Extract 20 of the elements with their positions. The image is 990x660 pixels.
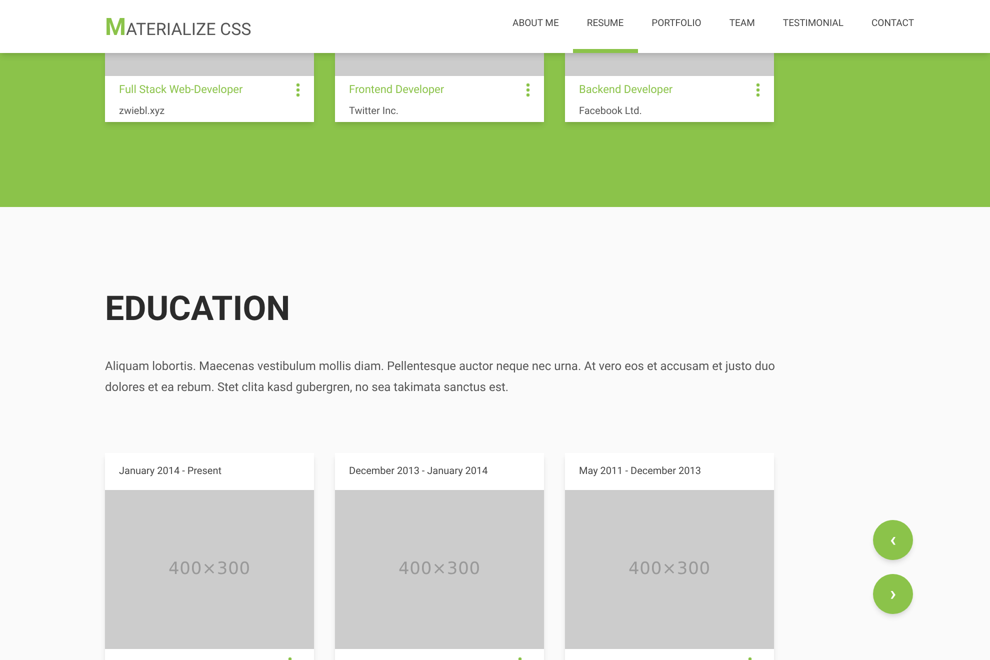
nav-link[interactable]: PORTFOLIO xyxy=(638,0,716,53)
brand-logo[interactable]: MATERIALIZE CSS xyxy=(105,8,252,44)
job-title: Full Stack Web-Developer xyxy=(119,82,243,98)
nav-link[interactable]: TESTIMONIAL xyxy=(768,0,858,53)
company-name: Twitter Inc. xyxy=(348,104,400,118)
section-description: Aliquam lobortis. Maecenas vestibulum mollis diam. Pellentesque auctor neque nec urna. At vero eos et accusam et justo duo dolores et ea rebum. Stet clita kasd gubergren, no sea takimata sanctus est. xyxy=(105,358,776,396)
company-name: zwiebl.xyz xyxy=(118,104,166,118)
date-range: December 2013 - January 2014 xyxy=(349,465,488,479)
date-range: January 2014 - Present xyxy=(119,465,222,479)
nav-link[interactable]: CONTACT xyxy=(857,0,928,53)
more-icon[interactable] xyxy=(296,83,300,98)
company-name: Facebook Ltd. xyxy=(578,104,643,118)
date-range: May 2011 - December 2013 xyxy=(579,465,701,479)
more-icon[interactable] xyxy=(756,83,760,98)
section-heading: EDUCATION xyxy=(105,292,292,326)
nav-link[interactable]: ABOUT ME xyxy=(498,0,573,53)
more-icon[interactable] xyxy=(526,83,530,98)
job-title: Frontend Developer xyxy=(349,82,444,98)
job-title: Backend Developer xyxy=(579,82,673,98)
nav-link[interactable]: TEAM xyxy=(715,0,769,53)
